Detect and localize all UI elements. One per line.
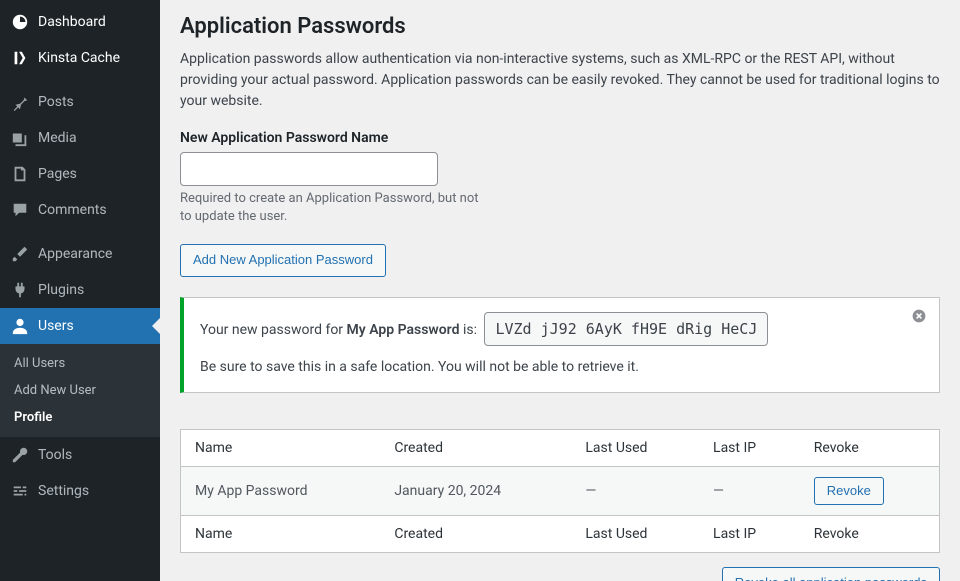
th-last-used[interactable]: Last Used — [571, 429, 699, 466]
sidebar-item-label: Kinsta Cache — [38, 50, 120, 66]
sidebar-item-label: Media — [38, 130, 77, 146]
notice-save-hint: Be sure to save this in a safe location.… — [200, 356, 899, 378]
page-title: Application Passwords — [180, 14, 940, 39]
cell-last-ip: — — [699, 466, 800, 515]
sidebar-item-appearance[interactable]: Appearance — [0, 236, 160, 272]
dashboard-icon — [10, 12, 30, 32]
media-icon — [10, 128, 30, 148]
password-name-help: Required to create an Application Passwo… — [180, 190, 480, 226]
revoke-button[interactable]: Revoke — [814, 477, 884, 505]
sidebar-item-posts[interactable]: Posts — [0, 84, 160, 120]
cell-last-used: — — [571, 466, 699, 515]
notice-line-1: Your new password for My App Password is… — [200, 312, 899, 346]
th-name[interactable]: Name — [181, 429, 381, 466]
kinsta-icon — [10, 48, 30, 68]
user-icon — [10, 316, 30, 336]
main-content: Application Passwords Application passwo… — [160, 0, 960, 581]
notice-is: is: — [459, 322, 477, 338]
footer-actions: Revoke all application passwords — [180, 567, 940, 581]
pin-icon — [10, 92, 30, 112]
th-revoke: Revoke — [800, 429, 940, 466]
passwords-table: Name Created Last Used Last IP Revoke My… — [180, 429, 940, 553]
th-created[interactable]: Created — [380, 429, 571, 466]
cell-created: January 20, 2024 — [380, 466, 571, 515]
sidebar-item-settings[interactable]: Settings — [0, 473, 160, 509]
add-password-button[interactable]: Add New Application Password — [180, 244, 386, 276]
new-password-notice: Your new password for My App Password is… — [180, 297, 940, 393]
close-icon — [911, 312, 927, 327]
cell-name: My App Password — [181, 466, 381, 515]
sidebar-sub-all-users[interactable]: All Users — [0, 350, 160, 377]
sidebar-item-label: Pages — [38, 166, 77, 182]
sidebar-item-label: Plugins — [38, 282, 84, 298]
notice-app-name: My App Password — [347, 322, 460, 338]
dismiss-notice-button[interactable] — [909, 308, 929, 328]
password-name-input[interactable] — [180, 152, 438, 186]
sidebar-item-pages[interactable]: Pages — [0, 156, 160, 192]
comments-icon — [10, 200, 30, 220]
sidebar-sub-add-new-user[interactable]: Add New User — [0, 377, 160, 404]
tf-created: Created — [380, 516, 571, 553]
sidebar-submenu-users: All Users Add New User Profile — [0, 344, 160, 437]
table-row: My App Password January 20, 2024 — — Rev… — [181, 466, 940, 515]
sidebar-item-users[interactable]: Users — [0, 308, 160, 344]
password-name-label: New Application Password Name — [180, 130, 940, 146]
admin-sidebar: Dashboard Kinsta Cache Posts Media Pages… — [0, 0, 160, 581]
sidebar-item-comments[interactable]: Comments — [0, 192, 160, 228]
sidebar-item-label: Users — [38, 318, 74, 334]
sidebar-item-tools[interactable]: Tools — [0, 437, 160, 473]
sidebar-item-media[interactable]: Media — [0, 120, 160, 156]
sidebar-item-kinsta-cache[interactable]: Kinsta Cache — [0, 40, 160, 76]
sidebar-item-label: Comments — [38, 202, 107, 218]
tf-revoke: Revoke — [800, 516, 940, 553]
wrench-icon — [10, 445, 30, 465]
sidebar-item-plugins[interactable]: Plugins — [0, 272, 160, 308]
sidebar-item-label: Tools — [38, 447, 72, 463]
sliders-icon — [10, 481, 30, 501]
intro-text: Application passwords allow authenticati… — [180, 49, 940, 112]
tf-name: Name — [181, 516, 381, 553]
sidebar-item-label: Dashboard — [38, 14, 106, 30]
sidebar-item-label: Settings — [38, 483, 89, 499]
sidebar-item-dashboard[interactable]: Dashboard — [0, 4, 160, 40]
th-last-ip[interactable]: Last IP — [699, 429, 800, 466]
brush-icon — [10, 244, 30, 264]
revoke-all-button[interactable]: Revoke all application passwords — [722, 567, 940, 581]
tf-last-ip: Last IP — [699, 516, 800, 553]
tf-last-used: Last Used — [571, 516, 699, 553]
generated-password-code[interactable]: LVZd jJ92 6AyK fH9E dRig HeCJ — [484, 312, 768, 346]
cell-revoke: Revoke — [800, 466, 940, 515]
notice-prefix: Your new password for — [200, 322, 347, 338]
sidebar-item-label: Posts — [38, 94, 74, 110]
plugin-icon — [10, 280, 30, 300]
sidebar-sub-profile[interactable]: Profile — [0, 404, 160, 431]
pages-icon — [10, 164, 30, 184]
sidebar-item-label: Appearance — [38, 246, 112, 262]
